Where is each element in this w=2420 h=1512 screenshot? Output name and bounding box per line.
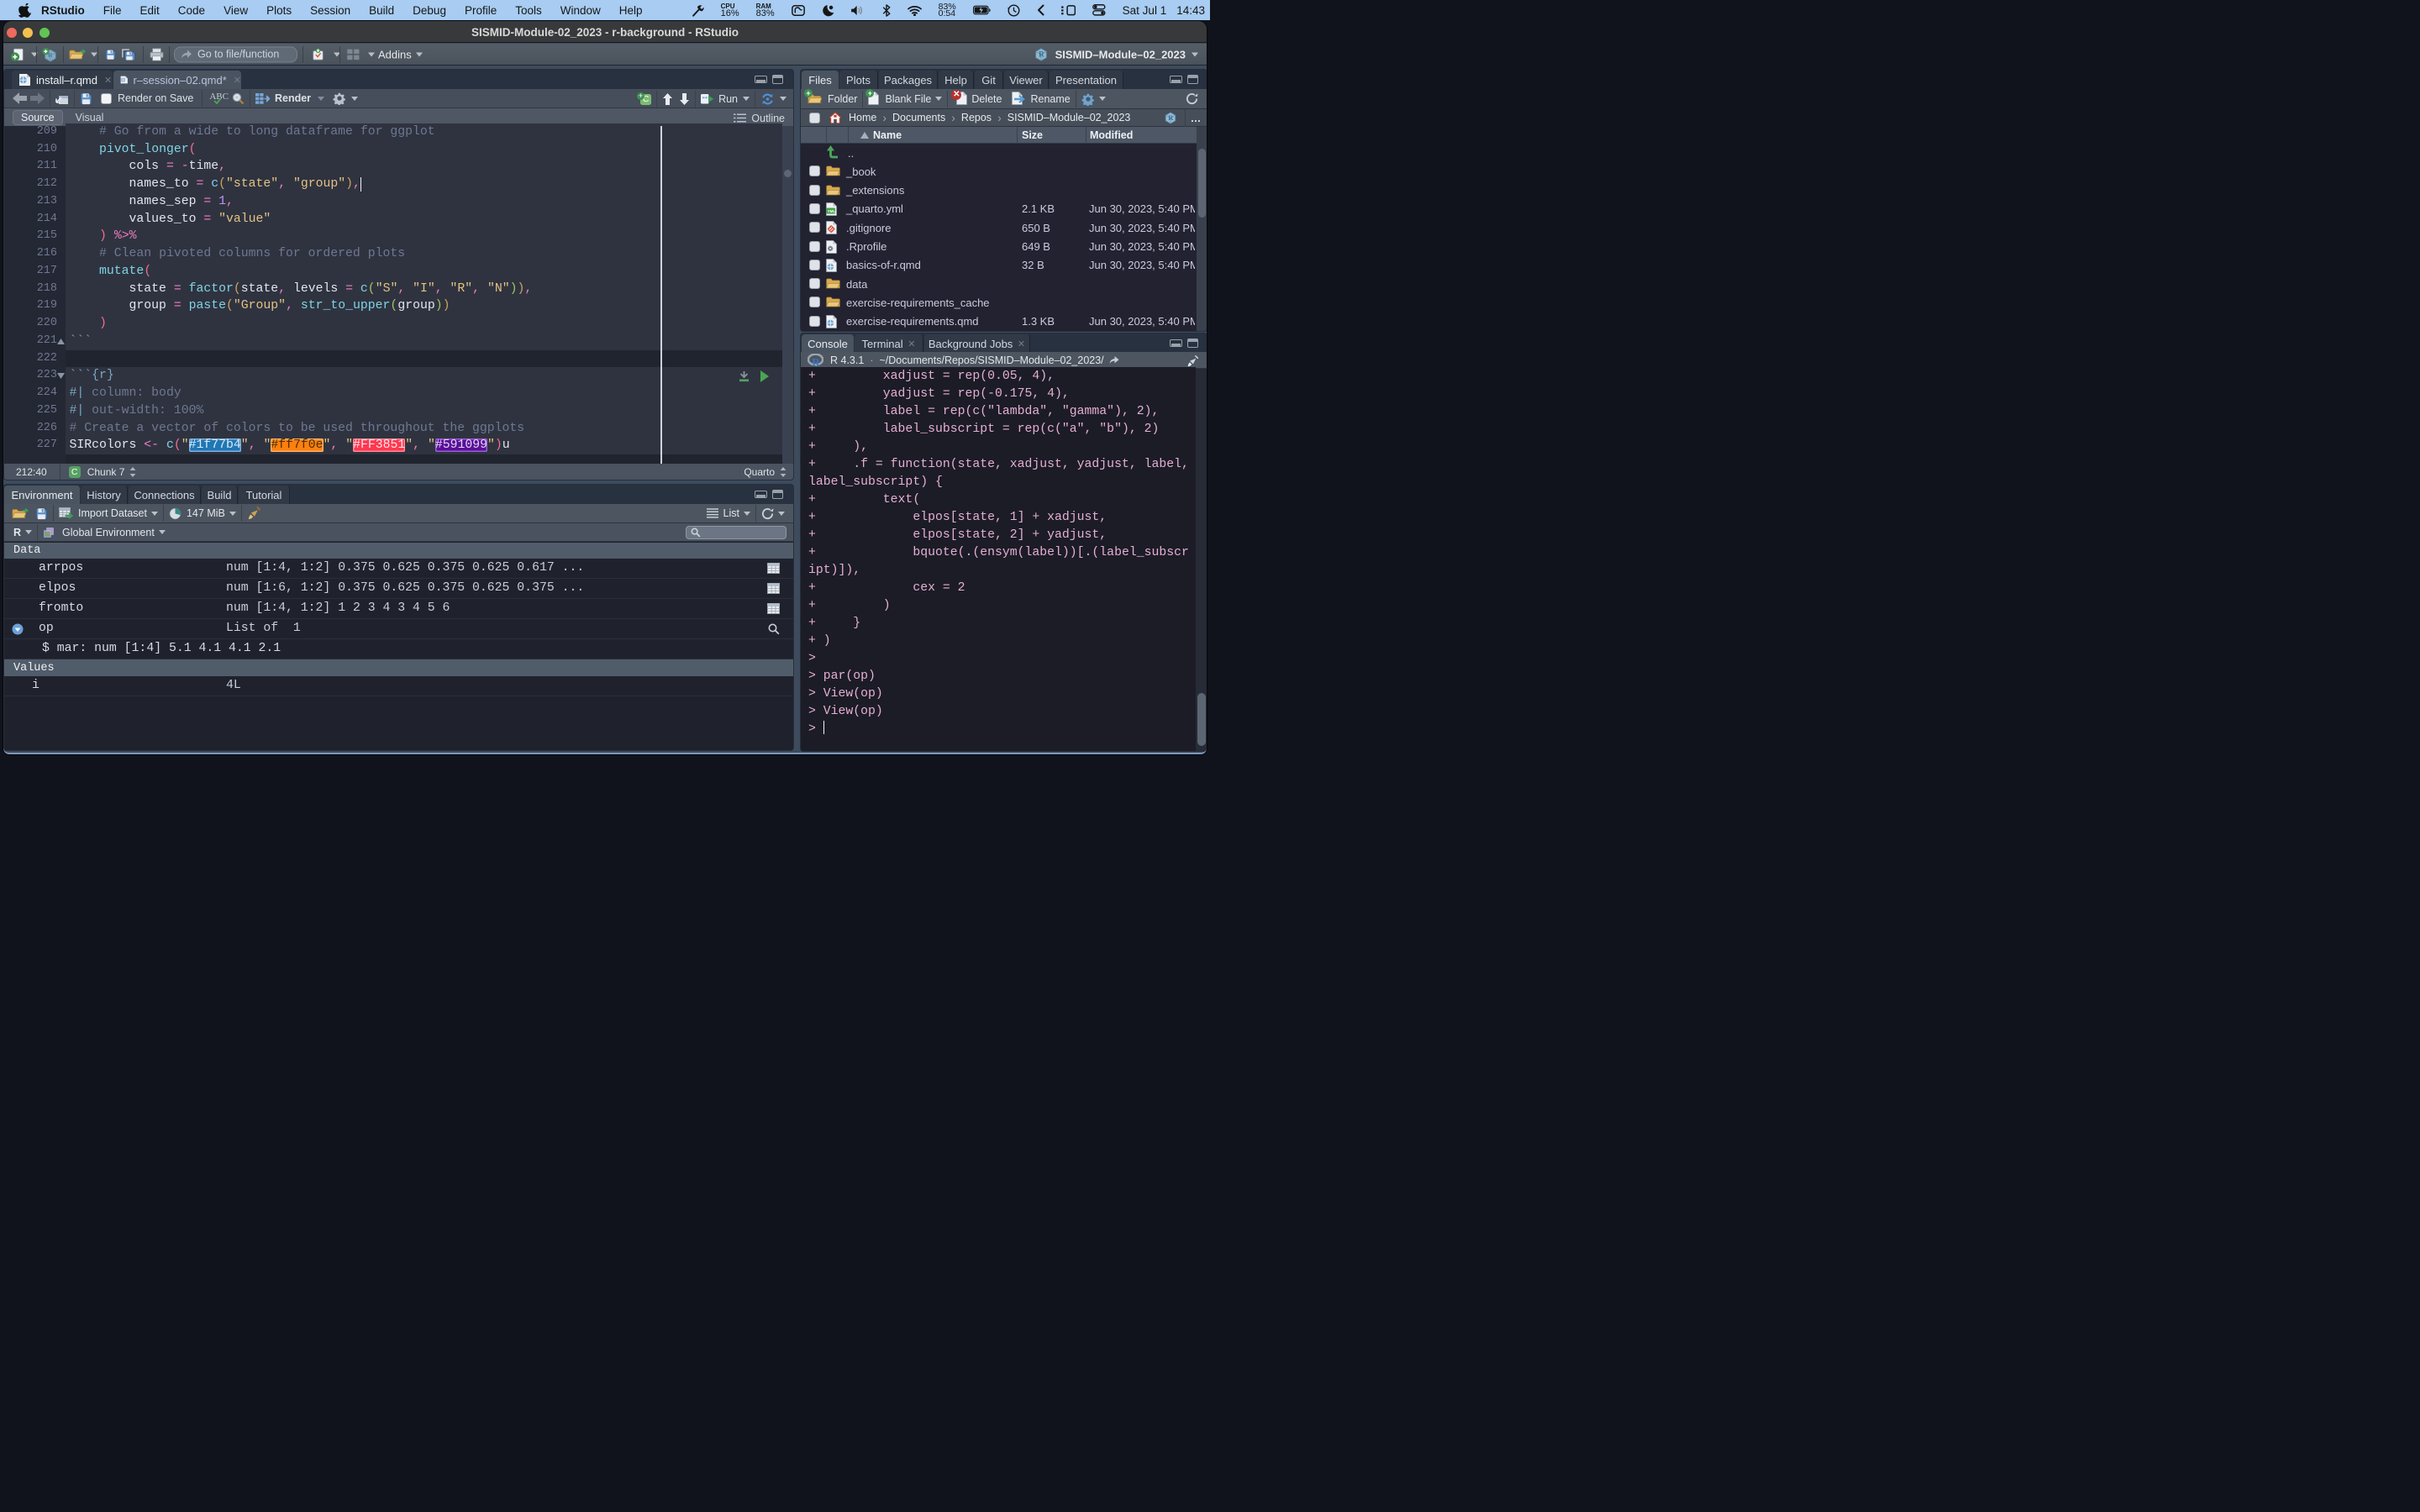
svg-text:R: R	[1168, 114, 1173, 122]
svg-text:R: R	[812, 355, 820, 367]
svg-text:YML: YML	[828, 209, 836, 213]
svg-text:R: R	[1039, 50, 1044, 58]
